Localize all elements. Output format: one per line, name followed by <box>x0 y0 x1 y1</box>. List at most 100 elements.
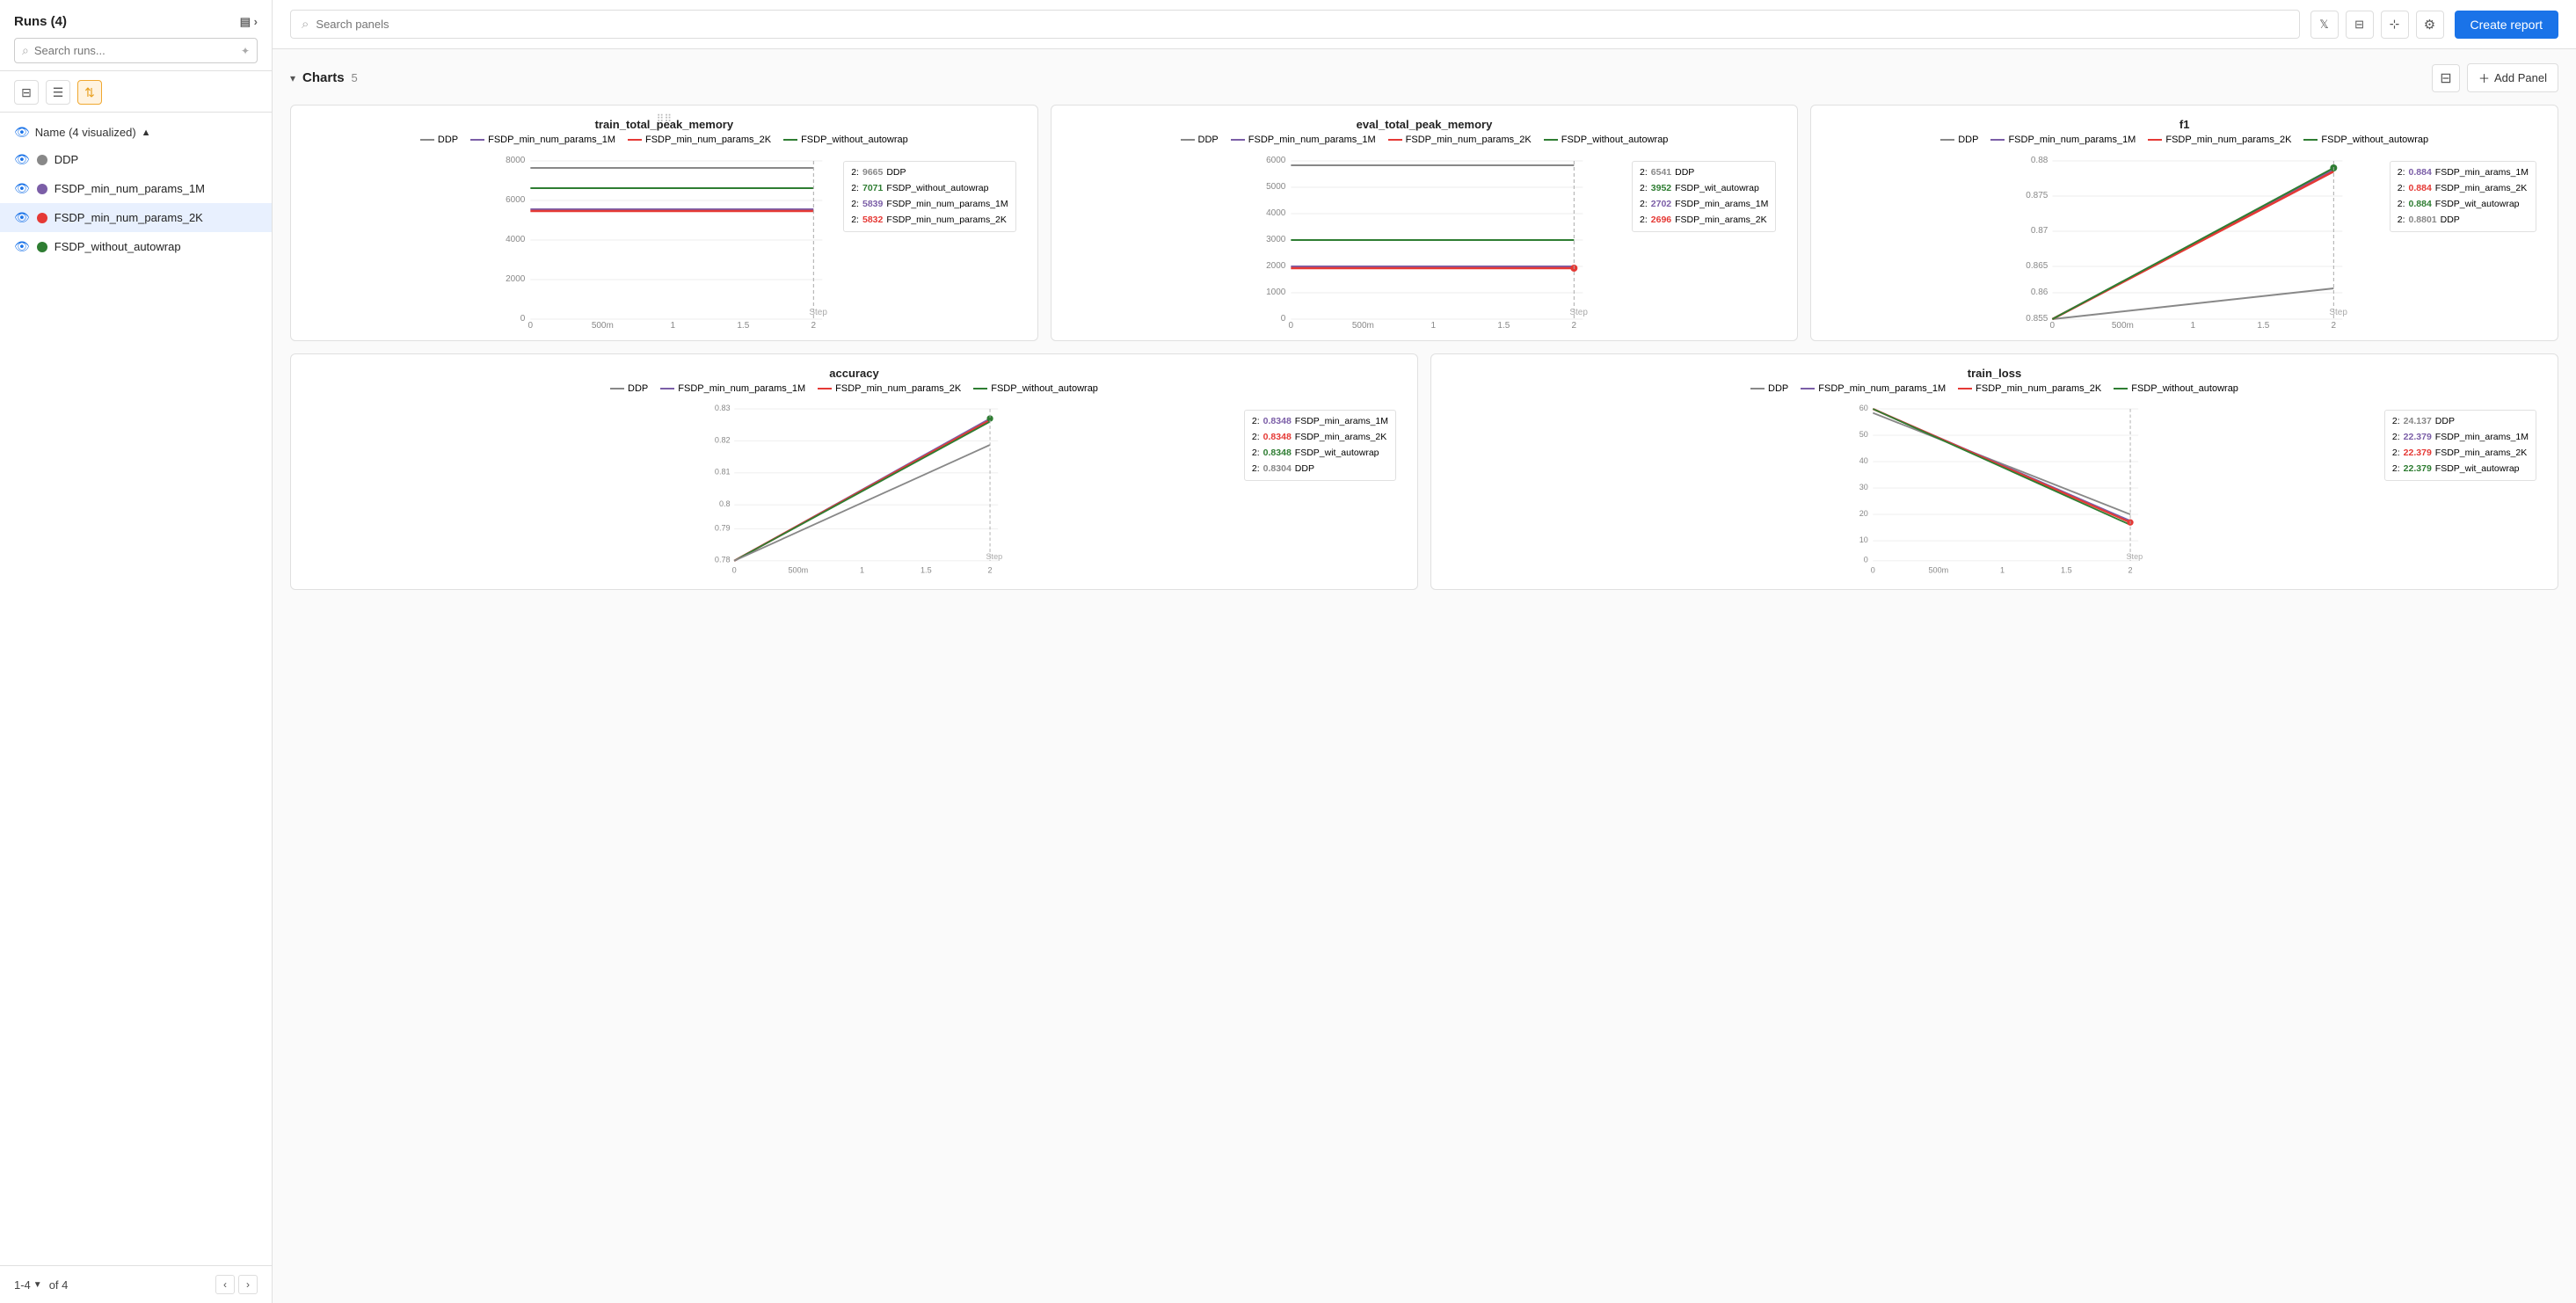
svg-text:1: 1 <box>1430 321 1436 328</box>
search-icon: ⌕ <box>22 43 29 58</box>
section-count: 5 <box>352 71 358 84</box>
search-panels-icon: ⌕ <box>302 17 309 32</box>
columns-button[interactable]: ☰ <box>46 80 70 105</box>
run-item-fsdp1m[interactable]: 👁 FSDP_min_num_params_1M <box>0 174 272 203</box>
footer-nav: ‹ › <box>215 1275 258 1294</box>
svg-text:0.865: 0.865 <box>2027 261 2048 271</box>
svg-text:5000: 5000 <box>1266 182 1286 192</box>
svg-text:6000: 6000 <box>1266 156 1286 165</box>
outliers-icon[interactable]: ⊹ <box>2381 11 2409 39</box>
run-item-fsdp-nowrap[interactable]: 👁 FSDP_without_autowrap <box>0 232 272 261</box>
chart-train-loss: train_loss DDP FSDP_min_num_params_1M FS… <box>1430 353 2558 590</box>
run-item-fsdp2k[interactable]: 👁 FSDP_min_num_params_2K <box>0 203 272 232</box>
create-report-button[interactable]: Create report <box>2455 11 2558 39</box>
table-view-icon[interactable]: ▤ › <box>240 15 258 29</box>
legend-fsdp2k-4: FSDP_min_num_params_2K <box>818 383 961 394</box>
legend-fsdp2k-2: FSDP_min_num_params_2K <box>1388 135 1532 145</box>
section-layout-icon[interactable]: ⊟ <box>2432 64 2460 92</box>
sort-button[interactable]: ⇅ <box>77 80 102 105</box>
chart5-legend: DDP FSDP_min_num_params_1M FSDP_min_num_… <box>1444 383 2545 394</box>
run-eye-icon-ddp: 👁 <box>14 152 30 167</box>
svg-text:3000: 3000 <box>1266 235 1286 244</box>
t1r1-val: 9665 <box>862 165 883 181</box>
t1r2-prefix: 2: <box>851 181 859 197</box>
drag-handle-chart1[interactable]: ⠿⠿ <box>657 113 673 125</box>
run-dot-fsdp2k <box>37 213 47 223</box>
top-bar-icons: 𝕏 ⊟ ⊹ ⚙ <box>2310 11 2444 39</box>
svg-text:6000: 6000 <box>506 195 526 205</box>
svg-text:0.855: 0.855 <box>2027 314 2048 324</box>
search-panels-box[interactable]: ⌕ <box>290 10 2300 39</box>
of-label: of 4 <box>49 1278 69 1292</box>
run-search-input[interactable] <box>34 44 236 57</box>
legend-ddp-3: DDP <box>1940 135 1978 145</box>
chart2-tooltip: 2: 6541 DDP 2: 3952 FSDP_wit_autowrap 2:… <box>1632 161 1776 232</box>
svg-text:1.5: 1.5 <box>2061 565 2072 574</box>
t1r4-prefix: 2: <box>851 213 859 229</box>
expand-chart1-button[interactable]: ⤢ <box>985 113 1006 134</box>
svg-text:1: 1 <box>671 321 676 328</box>
svg-text:2: 2 <box>1571 321 1576 328</box>
svg-text:0.86: 0.86 <box>2031 288 2048 297</box>
legend-ddp-1: DDP <box>420 135 458 145</box>
section-collapse-icon[interactable]: ▾ <box>290 72 295 84</box>
svg-text:0: 0 <box>1871 565 1875 574</box>
next-page-button[interactable]: › <box>238 1275 258 1294</box>
svg-text:60: 60 <box>1859 404 1868 412</box>
svg-text:40: 40 <box>1859 456 1868 465</box>
per-page-arrow: ▼ <box>33 1280 42 1290</box>
chart1-tooltip: 2: 9665 DDP 2: 7071 FSDP_without_autowra… <box>843 161 1015 232</box>
chart5-area: 60 50 40 30 20 10 0 0 <box>1444 401 2545 577</box>
sidebar-footer: 1-4 ▼ of 4 ‹ › <box>0 1265 272 1303</box>
chart2-title: eval_total_peak_memory <box>1064 118 1786 131</box>
search-panels-input[interactable] <box>316 18 2288 31</box>
svg-text:10: 10 <box>1859 535 1868 544</box>
chart1-area: 8000 6000 4000 2000 0 0 500m <box>303 152 1025 328</box>
chart4-title: accuracy <box>303 367 1405 380</box>
svg-text:4000: 4000 <box>506 235 526 244</box>
edit-chart1-button[interactable]: ✎ <box>960 113 981 134</box>
layout-icon[interactable]: ⊟ <box>2346 11 2374 39</box>
legend-fsdp1m-4: FSDP_min_num_params_1M <box>660 383 805 394</box>
sidebar-title: Runs (4) <box>14 14 67 29</box>
section-header: ▾ Charts 5 ⊟ ＋ Add Panel <box>290 63 2558 92</box>
menu-chart1-button[interactable]: ⋮ <box>1009 113 1030 134</box>
chart2-legend: DDP FSDP_min_num_params_1M FSDP_min_num_… <box>1064 135 1786 145</box>
settings-icon[interactable]: ⚙ <box>2416 11 2444 39</box>
svg-text:0.78: 0.78 <box>715 556 731 564</box>
svg-text:1: 1 <box>2191 321 2196 328</box>
svg-text:0: 0 <box>732 565 737 574</box>
t1r3-val: 5839 <box>862 197 883 213</box>
legend-fsdp1m-3: FSDP_min_num_params_1M <box>1990 135 2136 145</box>
svg-text:0: 0 <box>528 321 534 328</box>
smoothing-icon[interactable]: 𝕏 <box>2310 11 2339 39</box>
name-header[interactable]: 👁 Name (4 visualized) ▲ <box>0 120 272 145</box>
chart-train-total-peak-memory: ⠿⠿ ✎ ⤢ ⋮ train_total_peak_memory DDP FSD… <box>290 105 1038 341</box>
run-item-ddp[interactable]: 👁 DDP <box>0 145 272 174</box>
chart-f1: f1 DDP FSDP_min_num_params_1M FSDP_min_n… <box>1810 105 2558 341</box>
svg-text:50: 50 <box>1859 430 1868 439</box>
chart5-tooltip: 2: 24.137 DDP 2: 22.379 FSDP_min_arams_1… <box>2384 410 2536 481</box>
svg-text:0: 0 <box>2050 321 2056 328</box>
run-dot-fsdp1m <box>37 184 47 194</box>
svg-text:2: 2 <box>988 565 993 574</box>
run-dot-ddp <box>37 155 47 165</box>
chart1-legend: DDP FSDP_min_num_params_1M FSDP_min_num_… <box>303 135 1025 145</box>
add-panel-button[interactable]: ＋ Add Panel <box>2467 63 2558 92</box>
chart4-svg: 0.83 0.82 0.81 0.8 0.79 0.78 0 500m <box>303 401 1405 577</box>
per-page-selector[interactable]: 1-4 ▼ <box>14 1278 42 1292</box>
svg-text:1000: 1000 <box>1266 288 1286 297</box>
add-panel-label: Add Panel <box>2494 71 2547 84</box>
chart3-legend: DDP FSDP_min_num_params_1M FSDP_min_num_… <box>1823 135 2545 145</box>
run-search-box[interactable]: ⌕ ✦ <box>14 38 258 63</box>
content-area: ▾ Charts 5 ⊟ ＋ Add Panel ⠿⠿ ✎ ⤢ ⋮ <box>273 49 2576 1303</box>
svg-text:8000: 8000 <box>506 156 526 165</box>
chart4-tooltip: 2: 0.8348 FSDP_min_arams_1M 2: 0.8348 FS… <box>1244 410 1396 481</box>
name-header-label: Name (4 visualized) <box>35 126 136 139</box>
filter-button[interactable]: ⊟ <box>14 80 39 105</box>
svg-text:0.83: 0.83 <box>715 404 731 412</box>
eye-icon: 👁 <box>14 125 30 140</box>
t1r3-label: FSDP_min_num_params_1M <box>886 197 1008 213</box>
t1r4-label: FSDP_min_num_params_2K <box>886 213 1007 229</box>
prev-page-button[interactable]: ‹ <box>215 1275 235 1294</box>
